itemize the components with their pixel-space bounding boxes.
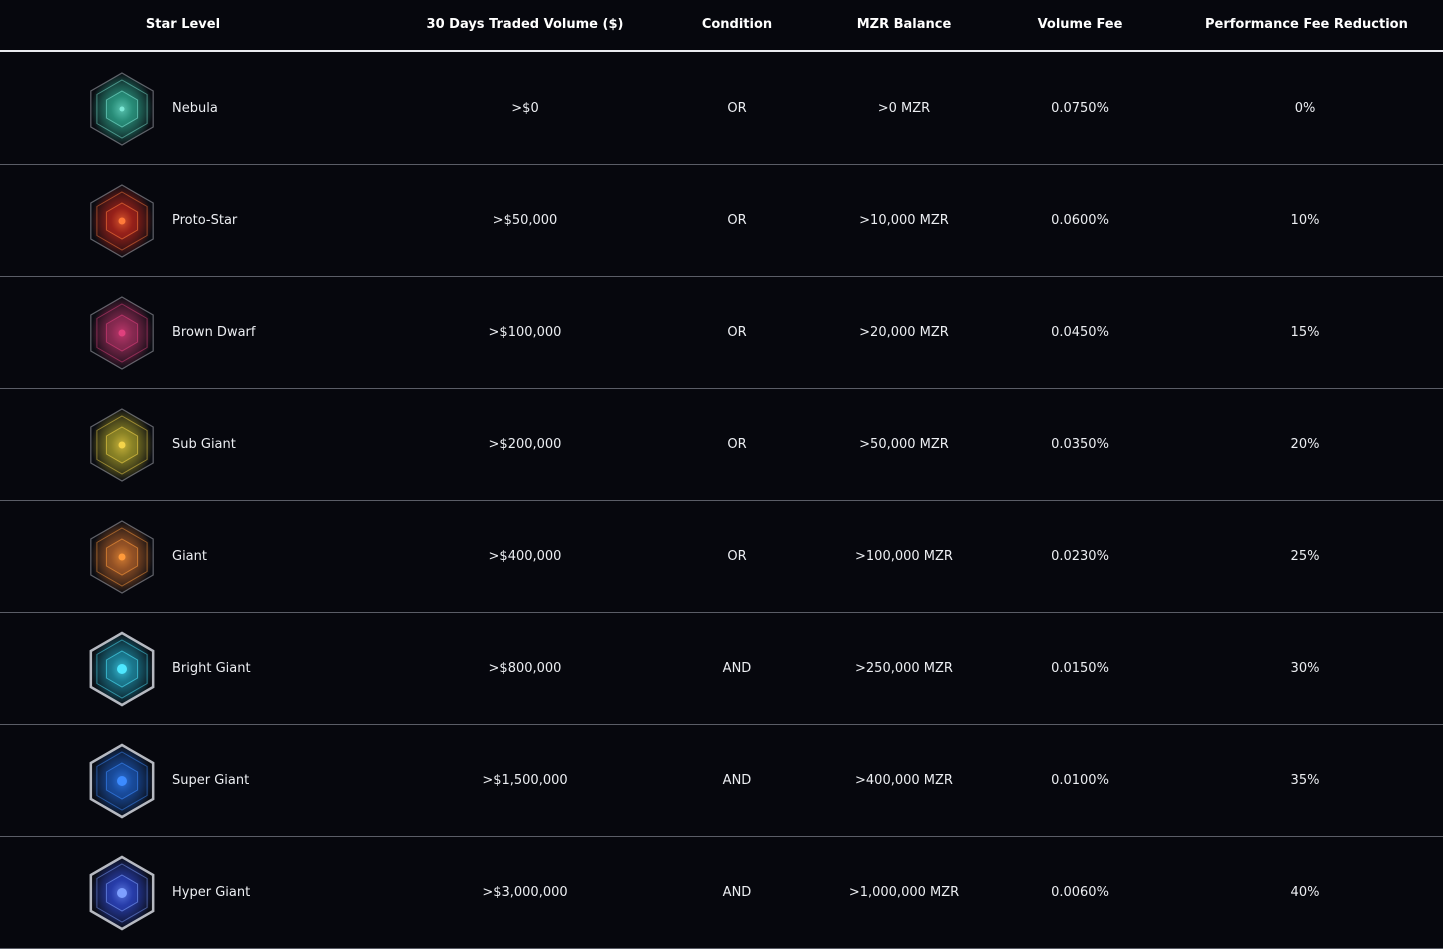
sub-giant-hexagon-icon: [85, 407, 159, 483]
header-mzr-balance: MZR Balance: [856, 17, 952, 32]
performance-fee-reduction-cell: 40%: [1290, 885, 1320, 900]
giant-hexagon-icon: [85, 519, 159, 595]
proto-star-hexagon-icon: [85, 183, 159, 259]
table-row: Bright Giant >$800,000 AND >250,000 MZR 0.01…: [0, 613, 1443, 725]
condition-cell: OR: [727, 101, 747, 116]
star-level-name: Giant: [172, 549, 207, 564]
performance-fee-reduction-cell: 20%: [1290, 437, 1320, 452]
condition-cell: AND: [722, 885, 752, 900]
star-level-name: Bright Giant: [172, 661, 251, 676]
star-level-name: Super Giant: [172, 773, 250, 788]
performance-fee-reduction-cell: 10%: [1290, 213, 1320, 228]
volume-fee-cell: 0.0450%: [1051, 325, 1109, 340]
performance-fee-reduction-cell: 0%: [1294, 101, 1316, 116]
header-traded-volume: 30 Days Traded Volume ($): [426, 17, 624, 32]
bright-giant-hexagon-icon: [85, 631, 159, 707]
star-level-name: Brown Dwarf: [172, 325, 256, 340]
traded-volume-cell: >$3,000,000: [482, 885, 568, 900]
condition-cell: AND: [722, 773, 752, 788]
header-performance-fee-reduction: Performance Fee Reduction: [1205, 17, 1408, 32]
mzr-balance-cell: >250,000 MZR: [855, 661, 953, 676]
traded-volume-cell: >$200,000: [488, 437, 562, 452]
volume-fee-cell: 0.0600%: [1051, 213, 1109, 228]
star-level-name: Nebula: [172, 101, 218, 116]
performance-fee-reduction-cell: 35%: [1290, 773, 1320, 788]
volume-fee-cell: 0.0100%: [1051, 773, 1109, 788]
performance-fee-reduction-cell: 25%: [1290, 549, 1320, 564]
table-row: Nebula >$0 OR >0 MZR 0.0750% 0%: [0, 53, 1443, 165]
super-giant-hexagon-icon: [85, 743, 159, 819]
condition-cell: OR: [727, 437, 747, 452]
traded-volume-cell: >$100,000: [488, 325, 562, 340]
volume-fee-cell: 0.0350%: [1051, 437, 1109, 452]
volume-fee-cell: 0.0060%: [1051, 885, 1109, 900]
volume-fee-cell: 0.0150%: [1051, 661, 1109, 676]
volume-fee-cell: 0.0230%: [1051, 549, 1109, 564]
traded-volume-cell: >$800,000: [488, 661, 562, 676]
star-level-name: Proto-Star: [172, 213, 238, 228]
volume-fee-cell: 0.0750%: [1051, 101, 1109, 116]
mzr-balance-cell: >1,000,000 MZR: [848, 885, 960, 900]
performance-fee-reduction-cell: 30%: [1290, 661, 1320, 676]
performance-fee-reduction-cell: 15%: [1290, 325, 1320, 340]
star-level-table: Star Level 30 Days Traded Volume ($) Con…: [0, 0, 1443, 949]
header-star-level: Star Level: [145, 17, 221, 32]
brown-dwarf-hexagon-icon: [85, 295, 159, 371]
mzr-balance-cell: >400,000 MZR: [855, 773, 953, 788]
header-condition: Condition: [701, 17, 773, 32]
condition-cell: OR: [727, 549, 747, 564]
nebula-hexagon-icon: [85, 71, 159, 147]
traded-volume-cell: >$1,500,000: [482, 773, 568, 788]
star-level-name: Sub Giant: [172, 437, 236, 452]
mzr-balance-cell: >100,000 MZR: [855, 549, 953, 564]
condition-cell: OR: [727, 213, 747, 228]
table-row: Proto-Star >$50,000 OR >10,000 MZR 0.0600% 10…: [0, 165, 1443, 277]
mzr-balance-cell: >50,000 MZR: [859, 437, 949, 452]
condition-cell: OR: [727, 325, 747, 340]
mzr-balance-cell: >20,000 MZR: [859, 325, 949, 340]
traded-volume-cell: >$50,000: [492, 213, 558, 228]
mzr-balance-cell: >10,000 MZR: [859, 213, 949, 228]
header-volume-fee: Volume Fee: [1037, 17, 1123, 32]
condition-cell: AND: [722, 661, 752, 676]
mzr-balance-cell: >0 MZR: [877, 101, 931, 116]
table-row: Sub Giant >$200,000 OR >50,000 MZR 0.0350% 20…: [0, 389, 1443, 501]
traded-volume-cell: >$0: [511, 101, 539, 116]
traded-volume-cell: >$400,000: [488, 549, 562, 564]
table-row: Hyper Giant >$3,000,000 AND >1,000,000 MZR 0…: [0, 837, 1443, 949]
table-row: Super Giant >$1,500,000 AND >400,000 MZR 0.0…: [0, 725, 1443, 837]
table-row: Giant >$400,000 OR >100,000 MZR 0.0230% 25%: [0, 501, 1443, 613]
star-level-name: Hyper Giant: [172, 885, 251, 900]
table-row: Brown Dwarf >$100,000 OR >20,000 MZR 0.0450%…: [0, 277, 1443, 389]
table-header: Star Level 30 Days Traded Volume ($) Con…: [0, 0, 1443, 52]
